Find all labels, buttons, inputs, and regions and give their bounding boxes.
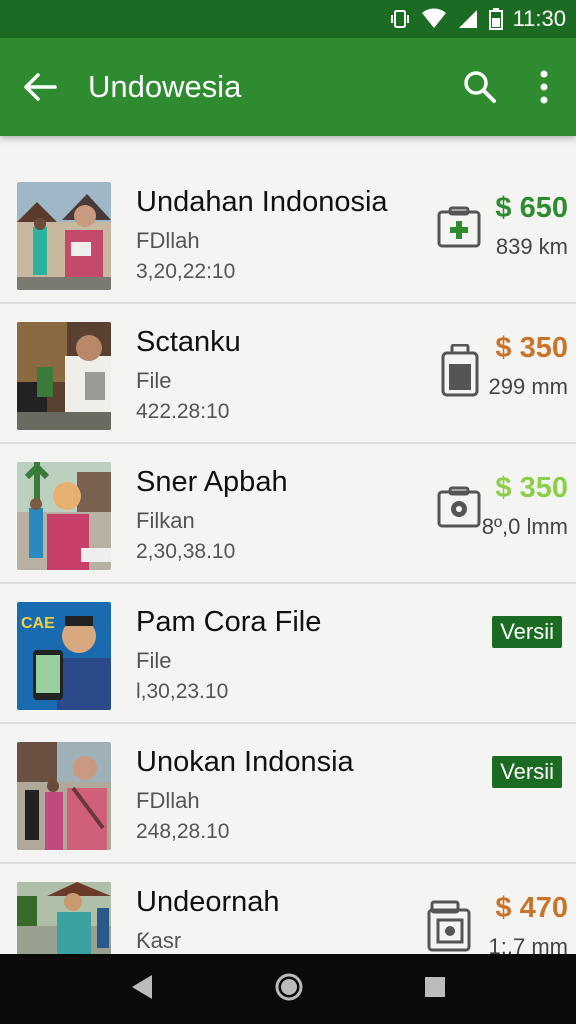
item-type: File (136, 648, 172, 673)
list-item[interactable]: Sctanku File 422.28:10 $ 350 299 mm (0, 304, 576, 444)
item-price: $ 470 (495, 892, 568, 924)
item-thumbnail (17, 462, 111, 570)
thumb-ad-text: CAE (21, 615, 55, 632)
more-options-button[interactable] (512, 38, 576, 136)
list-item[interactable]: Sner Apbah Filkan 2,30,38.10 $ 350 8º,0 … (0, 444, 576, 584)
item-date: 3,20,22:10 (136, 260, 236, 283)
search-icon (464, 71, 496, 103)
system-nav-bar (0, 954, 576, 1024)
item-thumbnail (17, 322, 111, 430)
folders-icon (426, 900, 472, 952)
more-vert-icon (540, 70, 548, 104)
battery-icon (488, 8, 503, 30)
item-size: 1:,7 mm (488, 934, 568, 954)
circle-home-icon (275, 973, 303, 1000)
file-list: Undahan Indonosia FDllah 3,20,22:10 $ 65… (0, 164, 576, 954)
version-badge[interactable]: Versii (492, 756, 562, 788)
jar-icon (440, 343, 486, 397)
nav-home-button[interactable] (274, 972, 304, 1007)
item-name: Sctanku (136, 326, 241, 358)
back-button[interactable] (0, 38, 80, 136)
square-recents-icon (425, 976, 445, 997)
item-type: File (136, 368, 172, 393)
item-price: $ 350 (495, 472, 568, 504)
folder-gear-icon (436, 484, 482, 530)
item-thumbnail (17, 182, 111, 290)
search-button[interactable] (448, 38, 512, 136)
item-name: Sner Apbah (136, 466, 288, 498)
triangle-back-icon (132, 974, 152, 999)
item-date: 422.28:10 (136, 400, 230, 423)
item-name: Undahan Indonosia (136, 186, 388, 218)
nav-recents-button[interactable] (424, 976, 446, 1003)
app-bar: Undowesia (0, 38, 576, 136)
list-item[interactable]: CAE Pam Cora File File l,30,23.10 Versii (0, 584, 576, 724)
item-type: FDllah (136, 228, 200, 253)
item-date: l,30,23.10 (136, 680, 229, 703)
list-item[interactable]: Undeornah Ƙasr $ 470 1:,7 mm (0, 864, 576, 954)
item-price: $ 350 (495, 332, 568, 364)
item-name: Unokan Indonsia (136, 746, 354, 778)
item-type: Filkan (136, 508, 195, 533)
list-item[interactable]: Undahan Indonosia FDllah 3,20,22:10 $ 65… (0, 164, 576, 304)
wifi-icon (421, 8, 447, 30)
arrow-back-icon (24, 73, 57, 101)
signal-icon (457, 8, 479, 30)
item-size: 839 km (495, 234, 568, 259)
item-thumbnail: CAE (17, 602, 111, 710)
item-type: FDllah (136, 788, 200, 813)
item-thumbnail (17, 742, 111, 850)
item-price: $ 650 (495, 192, 568, 224)
item-name: Pam Cora File (136, 606, 322, 638)
item-date: 248,28.10 (136, 820, 230, 843)
vibrate-icon (389, 8, 411, 30)
item-name: Undeornah (136, 886, 280, 918)
status-time: 11:30 (512, 6, 566, 31)
nav-back-button[interactable] (130, 973, 154, 1006)
list-item[interactable]: Unokan Indonsia FDllah 248,28.10 Versii (0, 724, 576, 864)
status-bar: 11:30 (0, 0, 576, 38)
item-size: 8º,0 lmm (481, 514, 568, 539)
item-type: Ƙasr (136, 928, 182, 953)
item-thumbnail (17, 882, 111, 954)
item-size: 299 mm (488, 374, 568, 399)
page-title: Undowesia (88, 69, 242, 104)
version-badge[interactable]: Versii (492, 616, 562, 648)
item-date: 2,30,38.10 (136, 540, 236, 563)
folder-plus-icon (436, 204, 482, 250)
